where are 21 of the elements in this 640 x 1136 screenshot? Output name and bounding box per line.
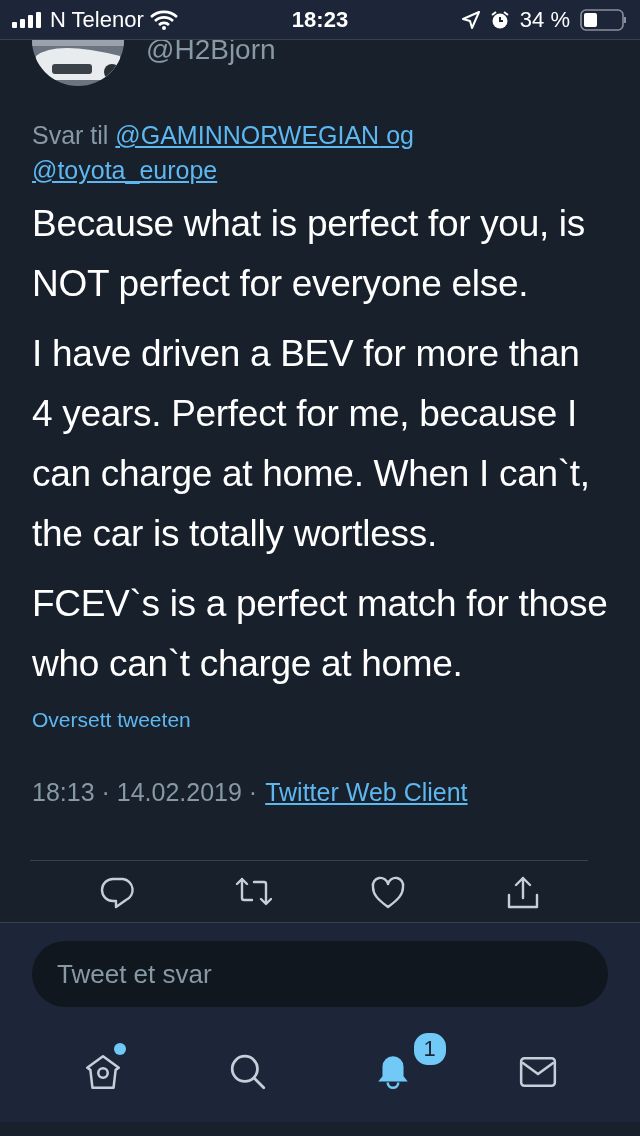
battery-icon (580, 8, 628, 31)
location-arrow-icon (461, 10, 480, 29)
tweet-timestamp: 18:13 · 14.02.2019 · (32, 778, 258, 807)
mention-link[interactable]: @GAMINNORWEGIAN (115, 121, 380, 149)
tweet-paragraph: FCEV`s is a perfect match for those who can`t charge at home. (32, 582, 608, 686)
user-handle: @H2Bjorn (146, 34, 276, 66)
conjunction: og (385, 121, 414, 149)
notification-count: 1 (411, 1031, 448, 1067)
carrier-name: N Telenor (50, 6, 144, 33)
tweet-paragraph: I have driven a BEV for more than 4 years. Perfect for me, because I can charge at home. When I can`t, the car is totally wortless. (32, 332, 591, 556)
mention-link[interactable]: @toyota_europe (32, 156, 218, 184)
battery-percent: 34 % (519, 6, 570, 33)
clock-time: 18:23 (291, 6, 349, 33)
signal-icon (12, 11, 44, 28)
client-link[interactable]: Twitter Web Client (265, 778, 468, 807)
alarm-clock-icon (489, 9, 510, 30)
reply-prefix: Svar til (32, 121, 109, 149)
reply-field[interactable]: Tweet et svar (32, 941, 608, 1007)
tweet-paragraph: Because what is perfect for you, is NOT perfect for everyone else. (32, 202, 586, 306)
wifi-icon (149, 9, 178, 30)
translate-link[interactable]: Oversett tweeten (32, 708, 191, 732)
